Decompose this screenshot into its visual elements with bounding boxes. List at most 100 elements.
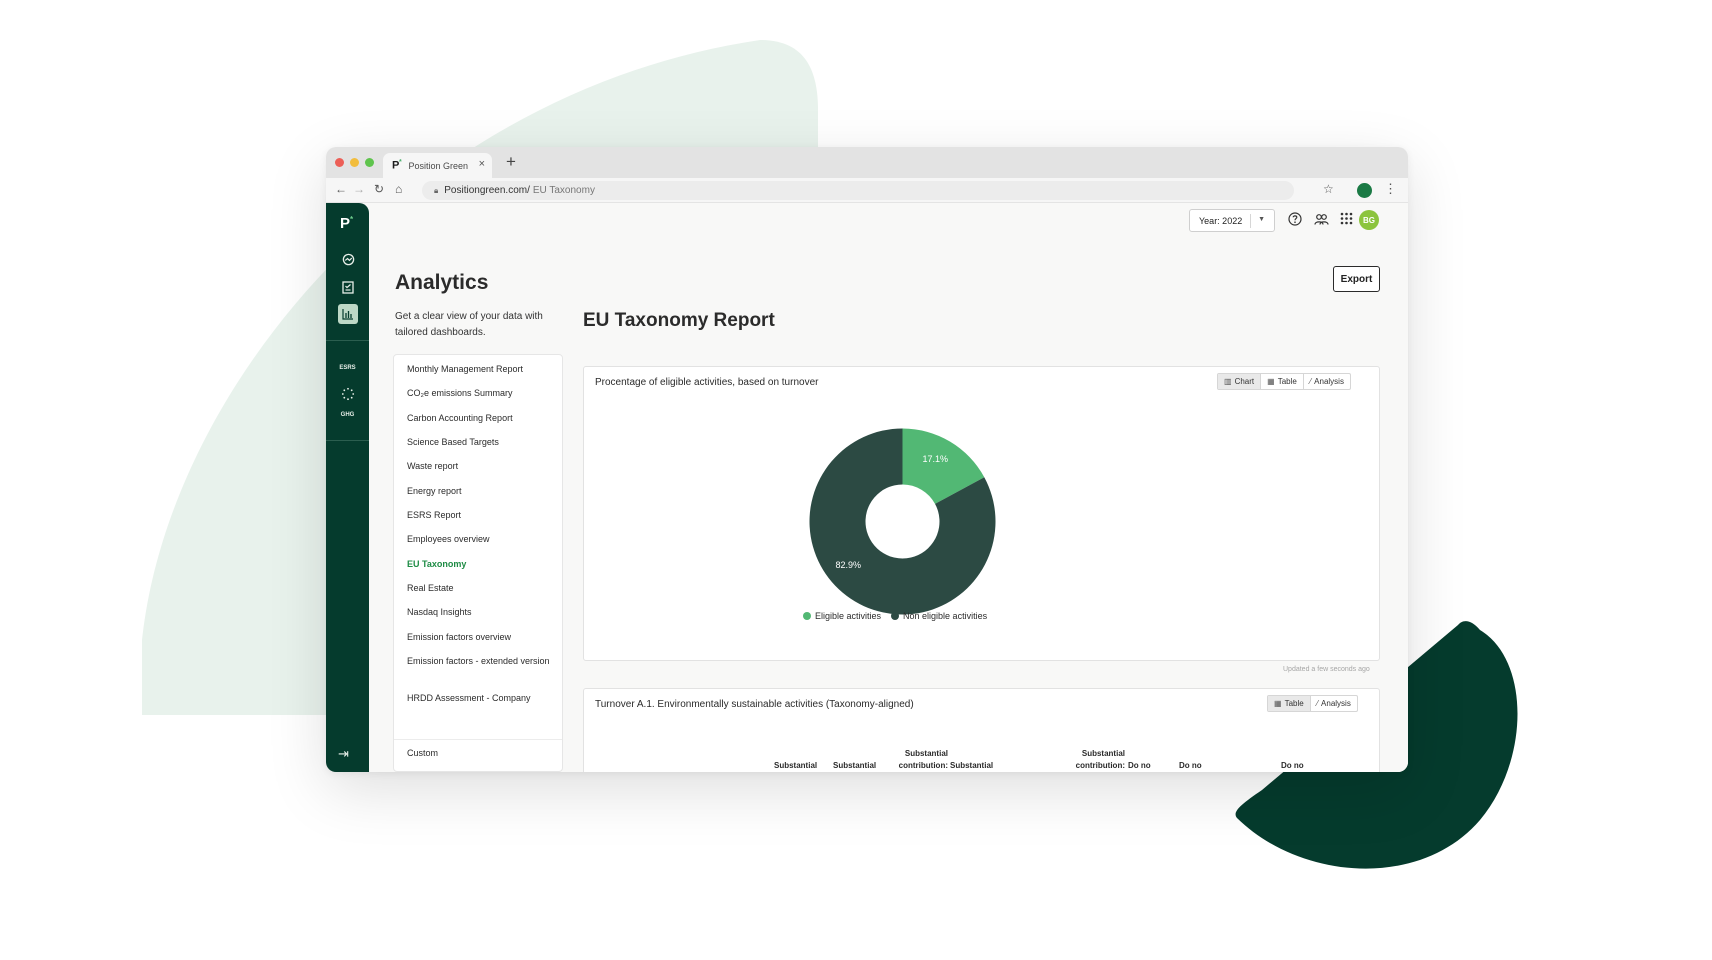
maximize-window-button[interactable] (365, 158, 374, 167)
help-icon[interactable] (1288, 212, 1302, 229)
donut-value-label: 17.1% (923, 454, 949, 464)
year-select-divider (1250, 214, 1251, 228)
report-item-hrdd-assessment[interactable]: HRDD Assessment - Company (407, 692, 557, 705)
table-icon: ▦ (1267, 377, 1275, 386)
url-host: Positiongreen.com/ (444, 185, 530, 196)
table-header-cell: Substantial contribution: (898, 749, 948, 770)
legend-item-non-eligible[interactable]: Non eligible activities (891, 611, 987, 621)
lock-icon: 🔒︎ (434, 185, 439, 195)
report-item-esrs[interactable]: ESRS Report (407, 509, 557, 522)
analysis-view-button[interactable]: ⁄ Analysis (1302, 374, 1350, 389)
bar-chart-icon: ▥ (1224, 377, 1232, 386)
chart-card-title: Procentage of eligible activities, based… (595, 377, 819, 388)
forward-arrow-icon[interactable]: → (353, 182, 365, 196)
table-header-cell: Substantial (950, 761, 994, 770)
page-subtitle: Get a clear view of your data with tailo… (395, 311, 543, 338)
report-list: Monthly Management Report CO₂e emissions… (393, 354, 563, 772)
year-select[interactable]: Year: 2022 ▼ (1189, 209, 1275, 232)
marketing-stage: P* Position Green × + ← → ↻ ⌂ 🔒︎ Positio… (0, 0, 1712, 960)
dashboard-icon[interactable] (338, 249, 358, 269)
analysis-view-label: Analysis (1314, 377, 1344, 386)
browser-profile-avatar[interactable] (1357, 183, 1372, 198)
bookmark-star-icon[interactable]: ☆ (1323, 183, 1334, 195)
report-item-employees[interactable]: Employees overview (407, 533, 557, 546)
donut-value-label: 82.9% (835, 560, 861, 570)
reload-icon[interactable]: ↻ (374, 182, 384, 196)
address-bar[interactable]: 🔒︎ Positiongreen.com/ EU Taxonomy (422, 181, 1294, 200)
report-item-emission-factors[interactable]: Emission factors overview (407, 631, 557, 644)
export-button[interactable]: Export (1333, 266, 1380, 292)
user-avatar[interactable]: BG (1359, 210, 1379, 230)
report-item-waste[interactable]: Waste report (407, 460, 557, 473)
new-tab-button[interactable]: + (506, 153, 516, 170)
report-title: EU Taxonomy Report (583, 310, 775, 331)
eu-stars-icon[interactable] (338, 384, 358, 404)
browser-tab[interactable]: P* Position Green × (383, 153, 492, 178)
table-view-label: Table (1284, 699, 1304, 708)
updated-timestamp: Updated a few seconds ago (1283, 666, 1370, 673)
table-view-button[interactable]: ▦ Table (1260, 374, 1303, 389)
rail-divider (326, 440, 369, 441)
legend-label-non-eligible: Non eligible activities (903, 611, 988, 621)
report-item-carbon-accounting[interactable]: Carbon Accounting Report (407, 412, 557, 425)
legend-label-eligible: Eligible activities (815, 611, 882, 621)
url-path: EU Taxonomy (532, 185, 595, 196)
page-title: Analytics (395, 271, 489, 294)
table-header-cell: Substantial (774, 761, 818, 770)
wand-icon: ⁄ (1316, 699, 1319, 708)
apps-grid-icon[interactable] (1340, 212, 1353, 228)
table-header-cell: Do no (1128, 761, 1151, 770)
close-window-button[interactable] (335, 158, 344, 167)
analytics-chart-icon[interactable] (338, 304, 358, 324)
wand-icon: ⁄ (1309, 377, 1312, 386)
report-item-co2e-summary[interactable]: CO₂e emissions Summary (407, 387, 557, 400)
tab-title: Position Green (408, 160, 469, 171)
chart-view-label: Chart (1234, 377, 1255, 386)
ghg-nav-item[interactable]: GHG (326, 412, 369, 418)
table-view-label: Table (1277, 377, 1297, 386)
back-arrow-icon[interactable]: ← (335, 182, 347, 196)
legend-dot-eligible (803, 612, 811, 620)
table-card-title: Turnover A.1. Environmentally sustainabl… (595, 699, 914, 710)
minimize-window-button[interactable] (350, 158, 359, 167)
nav-rail: P* ESRS GHG ⇥ (326, 203, 369, 772)
legend-item-eligible[interactable]: Eligible activities (803, 611, 881, 621)
browser-menu-icon[interactable]: ⋮ (1384, 182, 1397, 196)
legend-dot-non-eligible (891, 612, 900, 620)
report-item-energy[interactable]: Energy report (407, 485, 557, 498)
table-header-cell: Substantial contribution: (1075, 749, 1125, 770)
donut-chart: 17.1% 82.9% (809, 428, 996, 615)
report-item-custom[interactable]: Custom (407, 747, 557, 760)
table-header-cell: Substantial (833, 761, 877, 770)
rail-divider (326, 340, 369, 341)
app-logo[interactable]: P* (340, 215, 353, 232)
report-item-eu-taxonomy[interactable]: EU Taxonomy (407, 558, 557, 571)
report-item-monthly-management[interactable]: Monthly Management Report (407, 363, 557, 376)
tab-close-icon[interactable]: × (479, 159, 485, 170)
users-icon[interactable] (1314, 212, 1329, 229)
report-item-science-based-targets[interactable]: Science Based Targets (407, 436, 557, 449)
chart-view-button[interactable]: ▥ Chart (1218, 374, 1261, 389)
app-viewport: P* ESRS GHG ⇥ Year: 2022 ▼ BG Analytics … (326, 203, 1408, 772)
collapse-sidebar-icon[interactable]: ⇥ (338, 746, 349, 762)
table-header-cell: Do no (1281, 761, 1304, 770)
browser-toolbar: ← → ↻ ⌂ 🔒︎ Positiongreen.com/ EU Taxonom… (326, 178, 1408, 203)
report-item-nasdaq-insights[interactable]: Nasdaq Insights (407, 606, 557, 619)
browser-window: P* Position Green × + ← → ↻ ⌂ 🔒︎ Positio… (326, 147, 1408, 772)
browser-tab-strip: P* Position Green × + (326, 147, 1408, 178)
view-toggle: ▥ Chart ▦ Table ⁄ Analysis (1217, 373, 1351, 390)
report-item-emission-factors-extended[interactable]: Emission factors - extended version (407, 655, 557, 668)
home-icon[interactable]: ⌂ (395, 182, 402, 196)
analysis-view-button[interactable]: ⁄ Analysis (1309, 696, 1357, 711)
table-view-button[interactable]: ▦ Table (1268, 696, 1310, 711)
table-icon: ▦ (1274, 699, 1282, 708)
report-item-real-estate[interactable]: Real Estate (407, 582, 557, 595)
checklist-icon[interactable] (338, 277, 358, 297)
view-toggle: ▦ Table ⁄ Analysis (1267, 695, 1358, 712)
year-select-value: Year: 2022 (1199, 215, 1243, 226)
turnover-table-card: Turnover A.1. Environmentally sustainabl… (583, 688, 1380, 772)
table-header-cell: Do no (1179, 761, 1202, 770)
esrs-nav-item[interactable]: ESRS (326, 365, 369, 371)
eligible-activities-card: Procentage of eligible activities, based… (583, 366, 1380, 661)
analysis-view-label: Analysis (1321, 699, 1351, 708)
